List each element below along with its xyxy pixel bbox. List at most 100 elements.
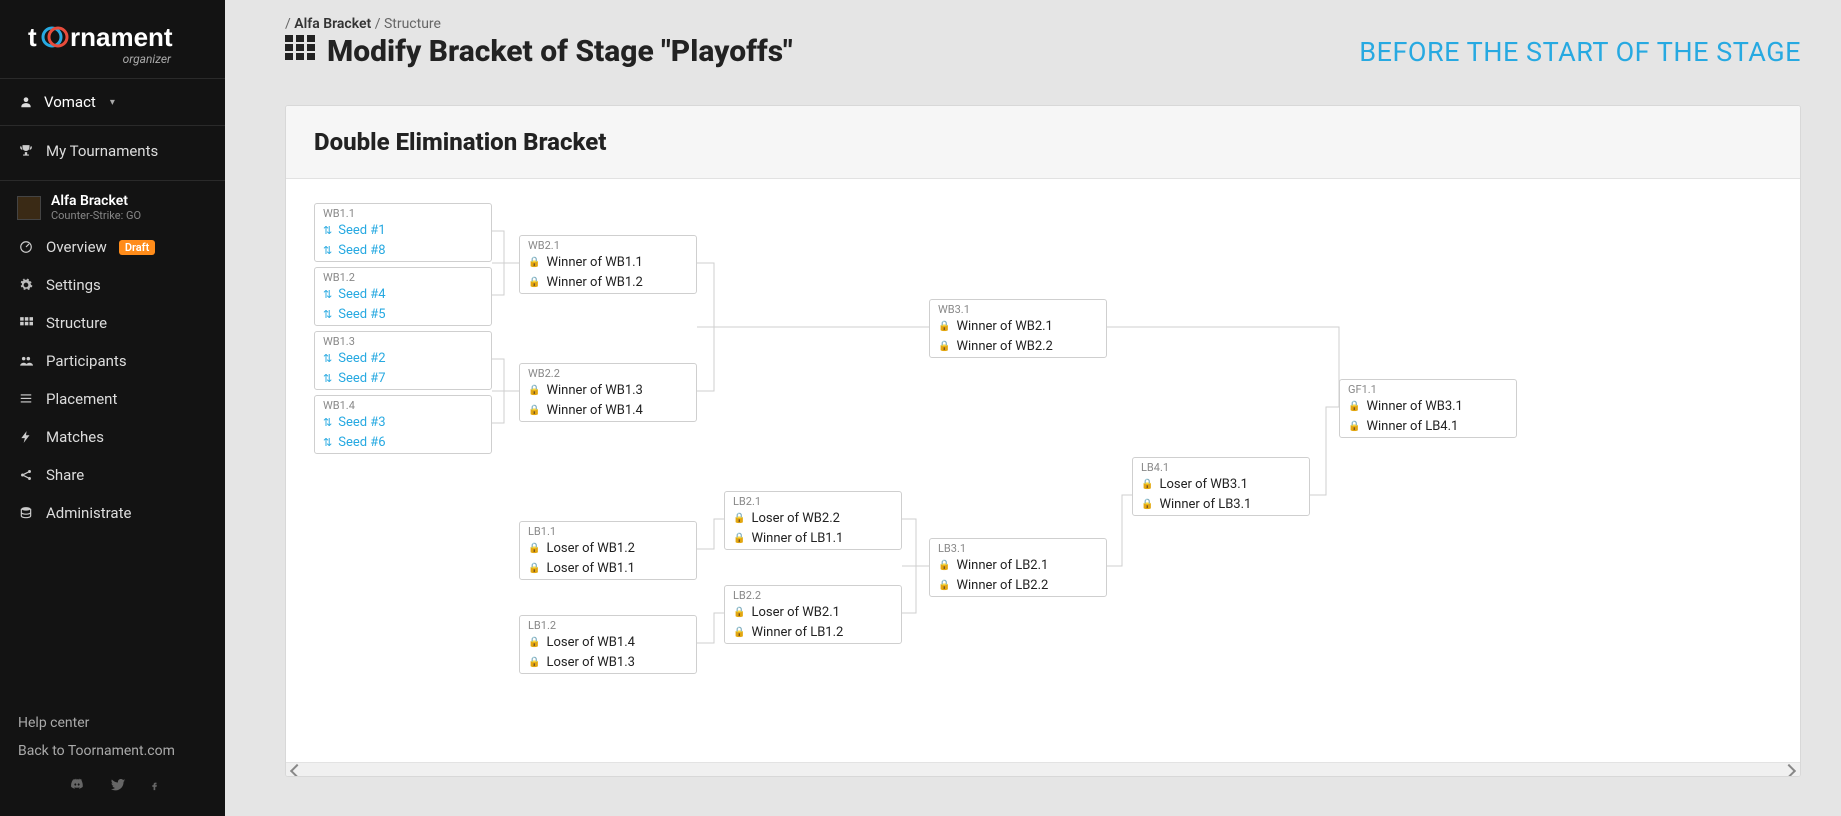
match-lb4-1[interactable]: LB4.1 🔒Loser of WB3.1 🔒Winner of LB3.1 <box>1132 457 1310 516</box>
lock-icon: 🔒 <box>528 543 540 554</box>
seed-slot[interactable]: ⇅Seed #5 <box>315 305 491 325</box>
match-wb3-1[interactable]: WB3.1 🔒Winner of WB2.1 🔒Winner of WB2.2 <box>929 299 1107 358</box>
facebook-icon[interactable] <box>149 777 159 800</box>
swap-icon: ⇅ <box>323 224 332 237</box>
match-id: WB2.1 <box>520 236 696 253</box>
locked-slot: 🔒Winner of LB1.2 <box>725 623 901 643</box>
lock-icon: 🔒 <box>1141 479 1153 490</box>
lock-icon: 🔒 <box>1141 499 1153 510</box>
match-lb3-1[interactable]: LB3.1 🔒Winner of LB2.1 🔒Winner of LB2.2 <box>929 538 1107 597</box>
discord-icon[interactable] <box>67 777 87 800</box>
dashboard-icon <box>18 240 34 254</box>
bracket-scroll-area[interactable]: WB1.1 ⇅Seed #1 ⇅Seed #8 WB1.2 ⇅Seed #4 ⇅… <box>286 179 1800 762</box>
locked-slot: 🔒Winner of WB2.2 <box>930 337 1106 357</box>
nav-overview[interactable]: Overview Draft <box>0 228 225 266</box>
locked-slot: 🔒Winner of WB1.4 <box>520 401 696 421</box>
bracket-panel: Double Elimination Bracket <box>285 105 1801 777</box>
lock-icon: 🔒 <box>733 533 745 544</box>
nav-matches[interactable]: Matches <box>0 418 225 456</box>
match-id: WB3.1 <box>930 300 1106 317</box>
locked-slot: 🔒Winner of LB1.1 <box>725 529 901 549</box>
swap-icon: ⇅ <box>323 436 332 449</box>
bracket: WB1.1 ⇅Seed #1 ⇅Seed #8 WB1.2 ⇅Seed #4 ⇅… <box>304 199 1744 759</box>
twitter-icon[interactable] <box>109 777 127 800</box>
lock-icon: 🔒 <box>938 580 950 591</box>
locked-slot: 🔒Loser of WB1.1 <box>520 559 696 579</box>
match-wb2-1[interactable]: WB2.1 🔒Winner of WB1.1 🔒Winner of WB1.2 <box>519 235 697 294</box>
locked-slot: 🔒Winner of LB4.1 <box>1340 417 1516 437</box>
user-icon <box>18 95 34 109</box>
nav-settings[interactable]: Settings <box>0 266 225 304</box>
match-lb1-1[interactable]: LB1.1 🔒Loser of WB1.2 🔒Loser of WB1.1 <box>519 521 697 580</box>
seed-slot[interactable]: ⇅Seed #7 <box>315 369 491 389</box>
gear-icon <box>18 278 34 292</box>
page-title: Modify Bracket of Stage "Playoffs" <box>285 34 793 69</box>
match-lb1-2[interactable]: LB1.2 🔒Loser of WB1.4 🔒Loser of WB1.3 <box>519 615 697 674</box>
match-wb1-1[interactable]: WB1.1 ⇅Seed #1 ⇅Seed #8 <box>314 203 492 262</box>
page-header: / Alfa Bracket / Structure Modify Bracke… <box>225 0 1841 81</box>
bracket-grid-icon <box>285 35 315 68</box>
user-menu[interactable]: Vomact ▾ <box>0 78 225 126</box>
nav-placement[interactable]: Placement <box>0 380 225 418</box>
lock-icon: 🔒 <box>938 321 950 332</box>
match-id: GF1.1 <box>1340 380 1516 397</box>
locked-slot: 🔒Loser of WB2.1 <box>725 603 901 623</box>
current-tournament[interactable]: Alfa Bracket Counter-Strike: GO <box>0 185 225 228</box>
locked-slot: 🔒Winner of WB1.1 <box>520 253 696 273</box>
match-id: LB2.2 <box>725 586 901 603</box>
match-wb1-2[interactable]: WB1.2 ⇅Seed #4 ⇅Seed #5 <box>314 267 492 326</box>
match-id: LB4.1 <box>1133 458 1309 475</box>
seed-slot[interactable]: ⇅Seed #8 <box>315 241 491 261</box>
panel-title: Double Elimination Bracket <box>314 128 1772 156</box>
match-wb1-3[interactable]: WB1.3 ⇅Seed #2 ⇅Seed #7 <box>314 331 492 390</box>
help-link[interactable]: Help center <box>18 709 207 737</box>
sidebar-footer: Help center Back to Toornament.com <box>0 699 225 816</box>
trophy-icon <box>18 144 34 158</box>
match-wb2-2[interactable]: WB2.2 🔒Winner of WB1.3 🔒Winner of WB1.4 <box>519 363 697 422</box>
match-wb1-4[interactable]: WB1.4 ⇅Seed #3 ⇅Seed #6 <box>314 395 492 454</box>
nav-my-tournaments[interactable]: My Tournaments <box>0 132 225 170</box>
nav-label: Settings <box>46 276 101 294</box>
lock-icon: 🔒 <box>528 385 540 396</box>
seed-slot[interactable]: ⇅Seed #2 <box>315 349 491 369</box>
nav-label: Share <box>46 466 84 484</box>
match-id: LB1.2 <box>520 616 696 633</box>
seed-slot[interactable]: ⇅Seed #4 <box>315 285 491 305</box>
match-lb2-1[interactable]: LB2.1 🔒Loser of WB2.2 🔒Winner of LB1.1 <box>724 491 902 550</box>
nav-administrate[interactable]: Administrate <box>0 494 225 532</box>
nav-share[interactable]: Share <box>0 456 225 494</box>
nav-label: Matches <box>46 428 104 446</box>
nav-label: Structure <box>46 314 107 332</box>
back-link[interactable]: Back to Toornament.com <box>18 737 207 765</box>
nav-participants[interactable]: Participants <box>0 342 225 380</box>
match-lb2-2[interactable]: LB2.2 🔒Loser of WB2.1 🔒Winner of LB1.2 <box>724 585 902 644</box>
locked-slot: 🔒Loser of WB2.2 <box>725 509 901 529</box>
seed-slot[interactable]: ⇅Seed #3 <box>315 413 491 433</box>
seed-slot[interactable]: ⇅Seed #6 <box>315 433 491 453</box>
nav-label: My Tournaments <box>46 142 158 160</box>
grid-icon <box>18 316 34 330</box>
swap-icon: ⇅ <box>323 352 332 365</box>
locked-slot: 🔒Loser of WB1.3 <box>520 653 696 673</box>
locked-slot: 🔒Loser of WB1.2 <box>520 539 696 559</box>
match-gf1-1[interactable]: GF1.1 🔒Winner of WB3.1 🔒Winner of LB4.1 <box>1339 379 1517 438</box>
nav-label: Placement <box>46 390 117 408</box>
tournament-thumb <box>17 196 41 220</box>
lock-icon: 🔒 <box>528 277 540 288</box>
nav-label: Administrate <box>46 504 131 522</box>
logo-subtitle: organizer <box>20 52 205 66</box>
panel-header: Double Elimination Bracket <box>286 106 1800 179</box>
lock-icon: 🔒 <box>938 560 950 571</box>
nav-label: Overview <box>46 238 107 256</box>
nav-structure[interactable]: Structure <box>0 304 225 342</box>
locked-slot: 🔒Loser of WB1.4 <box>520 633 696 653</box>
match-id: WB2.2 <box>520 364 696 381</box>
locked-slot: 🔒Winner of LB2.1 <box>930 556 1106 576</box>
share-icon <box>18 468 34 482</box>
breadcrumb-link[interactable]: Alfa Bracket <box>294 16 371 32</box>
horizontal-scrollbar[interactable] <box>286 762 1800 776</box>
swap-icon: ⇅ <box>323 308 332 321</box>
seed-slot[interactable]: ⇅Seed #1 <box>315 221 491 241</box>
chevron-down-icon: ▾ <box>110 97 115 108</box>
nav-label: Participants <box>46 352 127 370</box>
